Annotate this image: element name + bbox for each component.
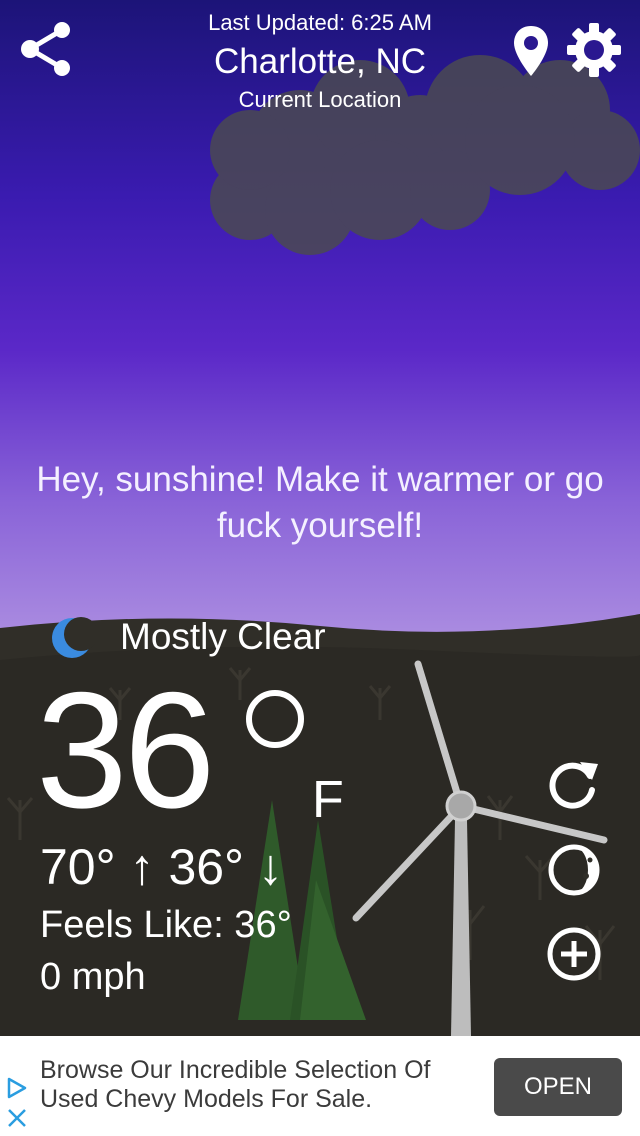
- feels-like: Feels Like: 36°: [40, 904, 292, 946]
- temperature-unit: F: [312, 771, 344, 829]
- header: Last Updated: 6:25 AM Charlotte, NC Curr…: [0, 0, 640, 120]
- add-icon[interactable]: [546, 926, 602, 982]
- gear-icon[interactable]: [566, 22, 622, 78]
- arrow-up-icon: ↑: [129, 839, 155, 895]
- ad-choices-icon[interactable]: [6, 1076, 28, 1100]
- degree-symbol: [246, 690, 304, 748]
- low-temp: 36°: [168, 839, 245, 895]
- share-icon[interactable]: [18, 20, 74, 78]
- high-low-row: 70° ↑ 36° ↓: [40, 838, 283, 896]
- moon-phase-icon[interactable]: [546, 842, 602, 898]
- ad-open-button[interactable]: OPEN: [494, 1058, 622, 1116]
- ad-banner[interactable]: Browse Our Incredible Selection Of Used …: [0, 1036, 640, 1136]
- refresh-icon[interactable]: [546, 756, 602, 812]
- map-pin-icon[interactable]: [512, 24, 550, 78]
- high-temp: 70°: [40, 839, 116, 895]
- wind-speed: 0 mph: [40, 956, 146, 998]
- condition-text: Mostly Clear: [120, 616, 326, 657]
- arrow-down-icon: ↓: [257, 839, 283, 895]
- ad-text[interactable]: Browse Our Incredible Selection Of Used …: [40, 1056, 480, 1114]
- snarky-message: Hey, sunshine! Make it warmer or go fuck…: [36, 460, 604, 545]
- crescent-moon-icon: [48, 614, 98, 662]
- location-label: Current Location: [238, 87, 402, 112]
- current-temperature: 36: [36, 658, 216, 842]
- ad-close-icon[interactable]: [6, 1106, 28, 1130]
- weather-scene: Last Updated: 6:25 AM Charlotte, NC Curr…: [0, 0, 640, 1036]
